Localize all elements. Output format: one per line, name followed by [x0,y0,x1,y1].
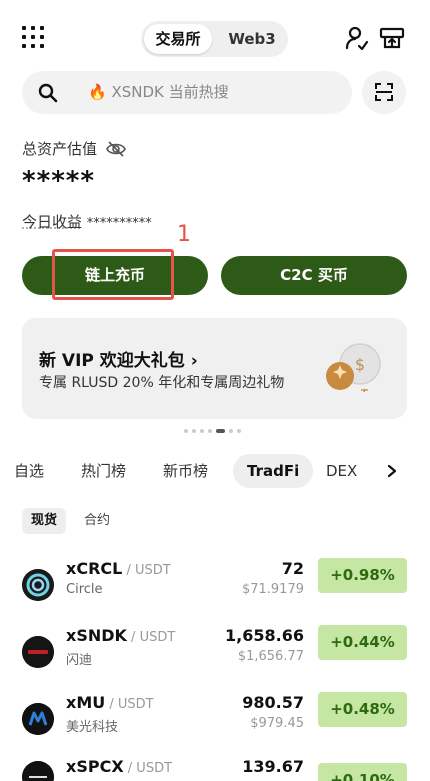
user-icon[interactable] [343,24,371,52]
gift-coin-icon: $ [326,343,381,393]
market-row[interactable]: xCRCL / USDT Circle 72 $71.9179 +0.98% [0,556,430,622]
search-input[interactable]: 🔥 XSNDK 当前热搜 [22,71,352,114]
symbol: xCRCL / USDT [66,559,171,578]
market-row[interactable]: xSPCX / USDT 139.67 +0.10% [0,757,430,781]
tab-futures[interactable]: 合约 [84,508,110,534]
price: 1,658.66 [225,626,304,645]
circle-coin-icon [22,569,54,601]
sandisk-coin-icon [22,636,54,668]
vip-banner[interactable]: 新 VIP 欢迎大礼包 › 专属 RLUSD 20% 年化和专属周边礼物 $ [22,318,407,419]
tab-watchlist[interactable]: 自选 [14,454,44,488]
banner-title: 新 VIP 欢迎大礼包 › [39,351,198,371]
grid-menu-icon[interactable] [22,26,46,48]
svg-text:$: $ [355,355,365,374]
search-icon [38,83,58,103]
tab-new-listing[interactable]: 新币榜 [163,454,208,488]
search-placeholder: 🔥 XSNDK 当前热搜 [88,83,229,101]
price: 980.57 [242,693,304,712]
market-row[interactable]: xSNDK / USDT 闪迪 1,658.66 $1,656.77 +0.44… [0,623,430,689]
tab-dex[interactable]: DEX [326,454,357,488]
symbol: xSPCX / USDT [66,757,173,776]
today-earnings: 今日收益 ********** [22,213,152,231]
micron-coin-icon [22,703,54,735]
company-name: Circle [66,582,103,597]
eye-off-icon[interactable] [105,140,126,158]
annotation-number: 1 [177,222,191,247]
change-badge[interactable]: +0.10% [318,763,407,781]
price: 139.67 [242,757,304,776]
change-badge[interactable]: +0.44% [318,625,407,660]
symbol: xSNDK / USDT [66,626,176,645]
fiat-price: $1,656.77 [237,649,304,664]
deposit-icon[interactable] [378,24,406,52]
chevron-right-icon[interactable] [386,464,398,478]
tab-exchange[interactable]: 交易所 [144,24,212,54]
scan-icon [375,83,393,101]
spacex-coin-icon [22,761,54,781]
fiat-price: $71.9179 [241,582,304,597]
tab-spot[interactable]: 现货 [22,508,67,534]
change-badge[interactable]: +0.98% [318,558,407,593]
scan-button[interactable] [362,71,406,114]
company-name: 美光科技 [66,720,119,735]
tab-hot[interactable]: 热门榜 [81,454,126,488]
highlight-box [52,249,174,300]
carousel-indicator [184,428,241,434]
change-badge[interactable]: +0.48% [318,692,407,727]
fiat-price: $979.45 [250,716,304,731]
price: 72 [281,559,304,578]
company-name: 闪迪 [66,653,93,668]
banner-subtitle: 专属 RLUSD 20% 年化和专属周边礼物 [39,375,285,391]
exchange-web3-toggle[interactable]: 交易所 Web3 [141,21,288,57]
market-row[interactable]: xMU / USDT 美光科技 980.57 $979.45 +0.48% [0,690,430,756]
total-assets-value: ***** [22,166,95,196]
market-tabs: 自选 热门榜 新币榜 TradFi DEX [0,454,430,488]
tab-web3[interactable]: Web3 [219,24,285,54]
total-assets-label: 总资产估值 [22,138,126,159]
tab-tradfi[interactable]: TradFi [233,454,314,488]
c2c-buy-button[interactable]: C2C 买币 [221,256,407,295]
symbol: xMU / USDT [66,693,154,712]
